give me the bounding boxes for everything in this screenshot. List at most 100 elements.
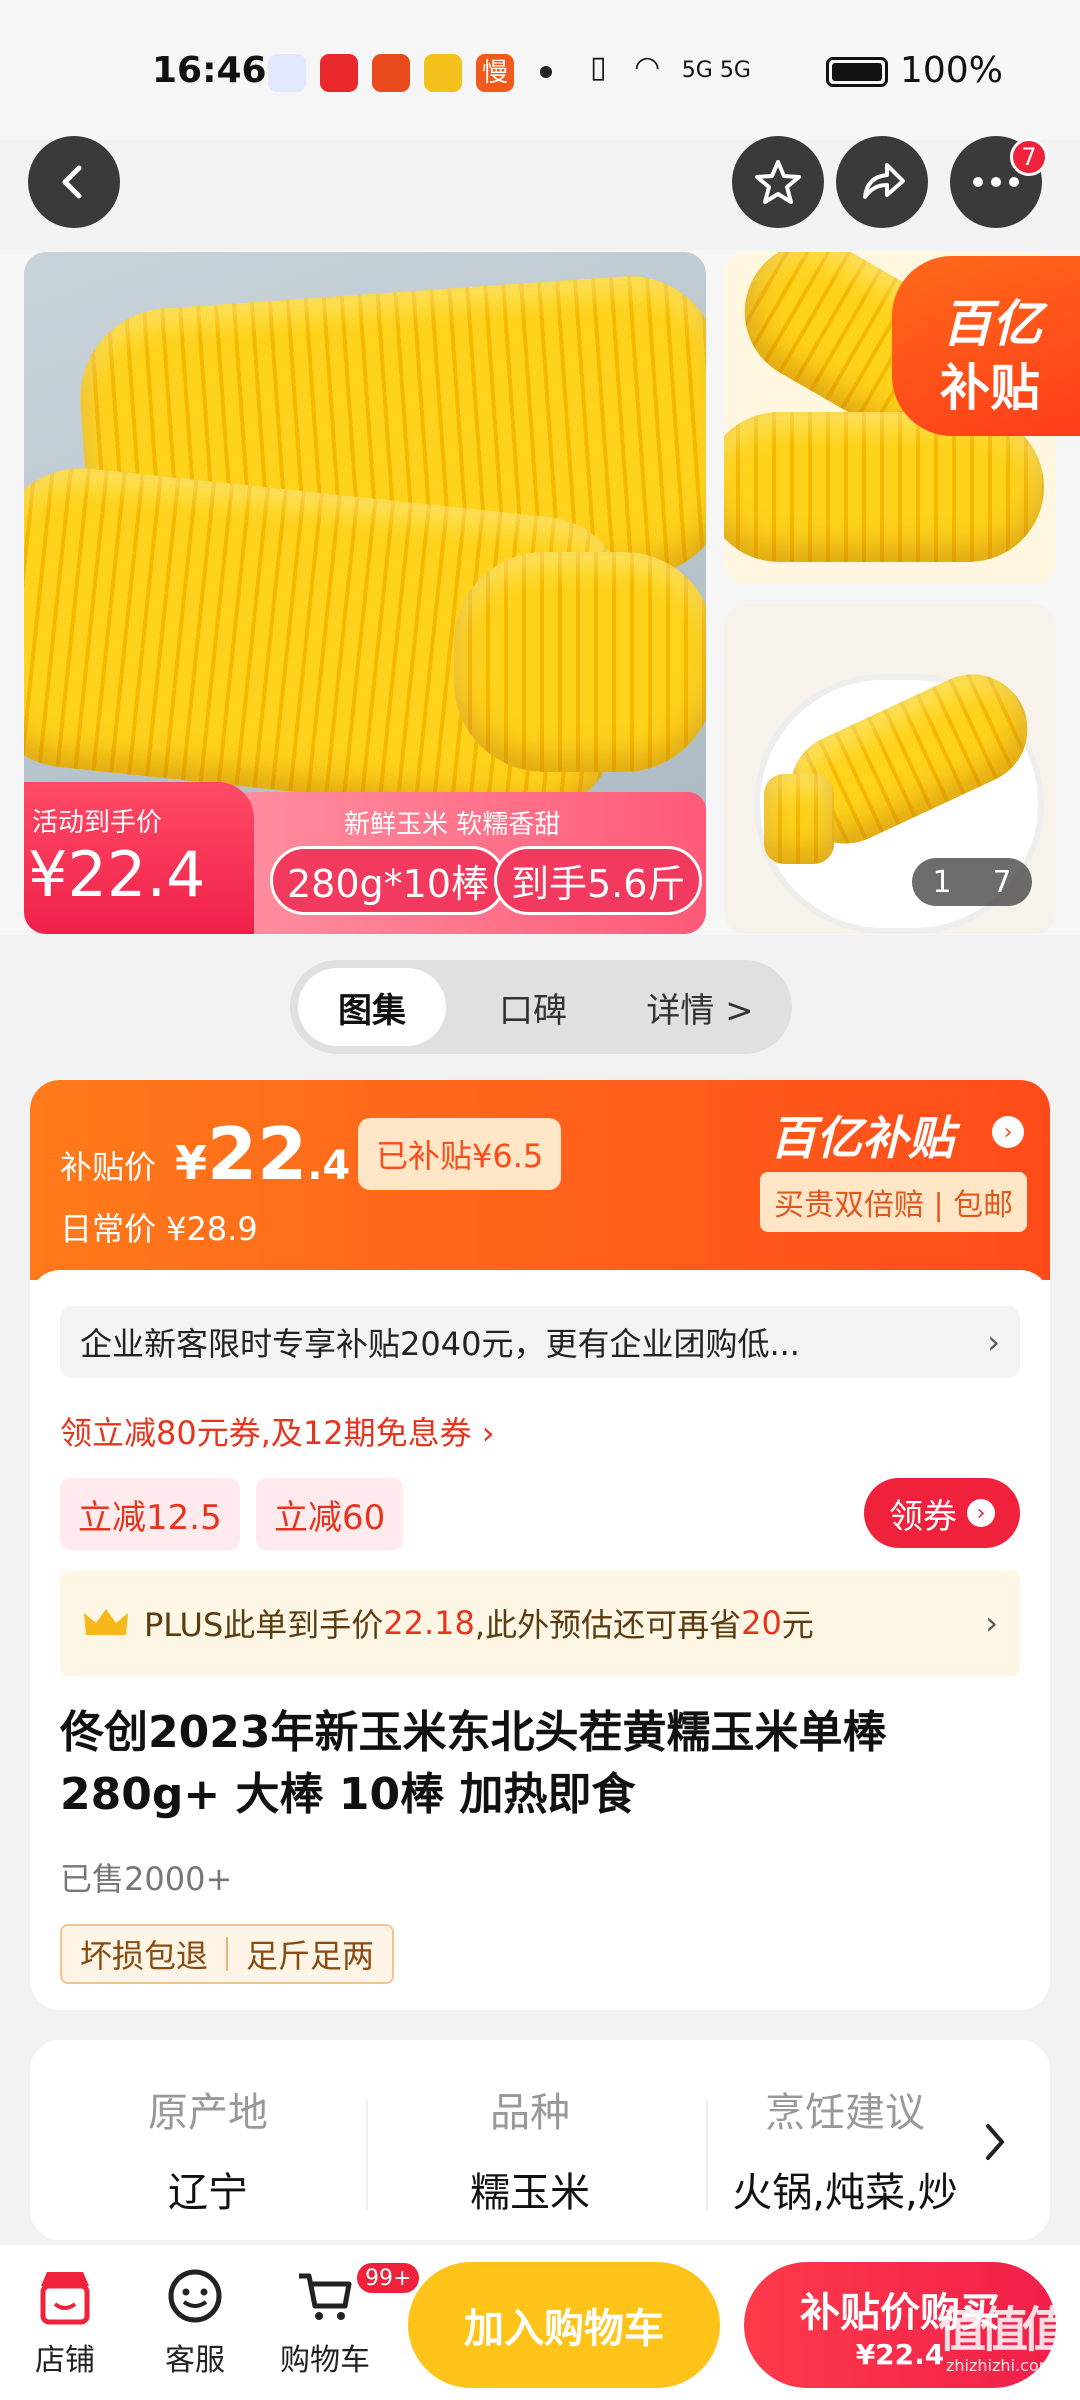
plus-member-banner[interactable]: PLUS此单到手价 22.18 ,此外预估还可再省 20 元 › — [60, 1570, 1020, 1676]
pager-total: 7 — [992, 864, 1012, 900]
promo-label: 活动到手价 — [32, 808, 163, 838]
add-to-cart-button[interactable]: 加入购物车 — [408, 2262, 720, 2388]
yi-tag-line1: 百亿 — [942, 295, 1042, 353]
enterprise-notice[interactable]: 企业新客限时专享补贴2040元，更有企业团购低... › — [60, 1306, 1020, 1378]
weibo-icon — [424, 54, 462, 92]
price-integer: 22 — [207, 1112, 308, 1196]
nav-customer-service[interactable]: 客服 — [140, 2265, 250, 2379]
yi-tag-line2: 补贴 — [940, 359, 1040, 417]
promo-slogan: 新鲜玉米 软糯香甜 — [344, 810, 561, 840]
nav-label: 购物车 — [280, 2343, 370, 2378]
attribute-cooking: 烹饪建议 火锅,炖菜,炒 — [720, 2080, 970, 2218]
chat-icon — [163, 2265, 227, 2329]
plus-mid: ,此外预估还可再省 — [474, 1606, 742, 1644]
attribute-value: 火锅,炖菜,炒 — [732, 2170, 958, 2216]
attribute-key: 烹饪建议 — [765, 2090, 925, 2136]
price-card: 补贴价 ¥22.4 已补贴¥6.5 日常价 ¥28.9 百亿补贴 › 买贵双倍赔… — [30, 1080, 1050, 2010]
divider — [706, 2100, 708, 2210]
plus-price: 22.18 — [383, 1604, 475, 1642]
attribute-key: 原产地 — [148, 2090, 268, 2136]
price-header: 补贴价 ¥22.4 已补贴¥6.5 日常价 ¥28.9 百亿补贴 › 买贵双倍赔… — [30, 1080, 1050, 1280]
get-coupon-button[interactable]: 领券 › — [864, 1478, 1020, 1548]
nav-cart[interactable]: 99+ 购物车 — [270, 2261, 422, 2379]
notice-text: 企业新客限时专享补贴2040元，更有企业团购低... — [80, 1325, 800, 1363]
chevron-right-icon: › — [985, 1604, 998, 1642]
sold-count: 已售2000+ — [60, 1860, 233, 1898]
guarantee-badge[interactable]: 买贵双倍赔 | 包邮 — [760, 1172, 1028, 1232]
promo-price: ¥22.4 — [28, 838, 206, 911]
share-button[interactable] — [836, 136, 928, 228]
gallery-tab-switcher: 图集 口碑 详情 > — [290, 960, 792, 1054]
corn-cob — [454, 552, 706, 772]
discount-chip[interactable]: 立减60 — [256, 1478, 404, 1550]
status-time: 16:46 — [152, 50, 267, 91]
more-notifications-dot — [540, 66, 552, 78]
tab-gallery[interactable]: 图集 — [298, 968, 446, 1046]
favorite-button[interactable] — [732, 136, 824, 228]
service-tags[interactable]: 坏损包退 足斤足两 — [60, 1924, 395, 1984]
currency-symbol: ¥ — [175, 1136, 208, 1190]
corn-piece — [764, 774, 834, 864]
app-notification-icon — [320, 54, 358, 92]
nav-label: 店铺 — [35, 2343, 95, 2378]
watermark-site: zhizhizhi.com — [946, 2356, 1055, 2375]
attribute-origin: 原产地 辽宁 — [48, 2080, 368, 2218]
buy-price: ¥22.4 — [855, 2337, 945, 2371]
cart-badge: 99+ — [355, 2261, 422, 2295]
promo-weight: 到手5.6斤 — [494, 846, 703, 915]
nav-store[interactable]: 店铺 — [10, 2265, 120, 2379]
product-attributes[interactable]: 原产地 辽宁 品种 糯玉米 烹饪建议 火锅,炖菜,炒 — [30, 2040, 1050, 2240]
store-icon — [33, 2265, 97, 2329]
slow-app-icon: 慢 — [476, 54, 514, 92]
service-tag: 足斤足两 — [246, 1937, 375, 1975]
promo-strip: 新鲜玉米 软糯香甜 280g*10棒 到手5.6斤 活动到手价 ¥22.4 — [24, 782, 706, 934]
get-coupon-label: 领券 — [889, 1496, 957, 1537]
app-notification-icon-2 — [372, 54, 410, 92]
attribute-variety: 品种 糯玉米 — [370, 2080, 690, 2218]
watermark-logo: 值值值 — [938, 2302, 1070, 2358]
service-tag: 坏损包退 — [80, 1937, 209, 1975]
price-decimal: .4 — [307, 1143, 351, 1189]
vibrate-icon: ▯ — [590, 50, 607, 85]
tab-reviews[interactable]: 口碑 — [458, 968, 608, 1046]
battery-icon — [826, 57, 888, 87]
plus-post: 元 — [781, 1606, 814, 1644]
wifi-icon: ◠ — [634, 50, 661, 85]
crown-icon — [84, 1609, 128, 1635]
daily-price: 日常价 ¥28.9 — [60, 1210, 258, 1248]
product-title: 佟创2023年新玉米东北头茬黄糯玉米单棒280g+ 大棒 10棒 加热即食 — [60, 1707, 887, 1820]
tab-details[interactable]: 详情 > — [620, 968, 780, 1046]
chevron-right-icon[interactable]: › — [992, 1116, 1024, 1148]
cart-icon: 99+ — [293, 2261, 422, 2329]
promo-price-box: 活动到手价 ¥22.4 — [24, 782, 254, 934]
signal-icons: ▯ ◠ 5G 5G — [590, 50, 751, 85]
chevron-right-icon: › — [967, 1499, 995, 1527]
attribute-value: 辽宁 — [168, 2170, 248, 2216]
cellular-signal-icon: 5G 5G — [681, 58, 751, 83]
pager-current: 1 — [932, 864, 952, 900]
more-badge: 7 — [1010, 138, 1048, 176]
nav-label: 客服 — [165, 2343, 225, 2378]
back-arrow-icon — [62, 165, 82, 199]
chevron-right-icon[interactable] — [980, 2120, 1010, 2164]
billion-subsidy-link[interactable]: 百亿补贴 — [770, 1102, 954, 1168]
plus-save: 20 — [741, 1604, 782, 1642]
battery-percent: 100% — [900, 50, 1003, 91]
billion-subsidy-badge: 百亿 补贴 — [892, 256, 1080, 436]
subsidy-price: ¥22.4 — [175, 1112, 350, 1196]
share-icon — [863, 163, 905, 199]
plus-pre: PLUS此单到手价 — [144, 1606, 384, 1644]
product-info: 企业新客限时专享补贴2040元，更有企业团购低... › 领立减80元券,及12… — [30, 1270, 1050, 2010]
star-icon — [755, 160, 801, 204]
chevron-right-icon: › — [987, 1323, 1000, 1361]
back-button[interactable] — [28, 136, 120, 228]
attribute-key: 品种 — [490, 2090, 570, 2136]
discount-chip[interactable]: 立减12.5 — [60, 1478, 240, 1550]
promo-spec: 280g*10棒 — [270, 846, 507, 915]
baidu-app-icon — [268, 54, 306, 92]
divider — [366, 2100, 368, 2210]
subsidy-label: 补贴价 — [60, 1148, 157, 1186]
coupon-link[interactable]: 领立减80元券,及12期免息券 › — [60, 1408, 495, 1454]
attribute-value: 糯玉米 — [470, 2170, 590, 2216]
promo-banner: 新鲜玉米 软糯香甜 280g*10棒 到手5.6斤 — [234, 792, 706, 934]
